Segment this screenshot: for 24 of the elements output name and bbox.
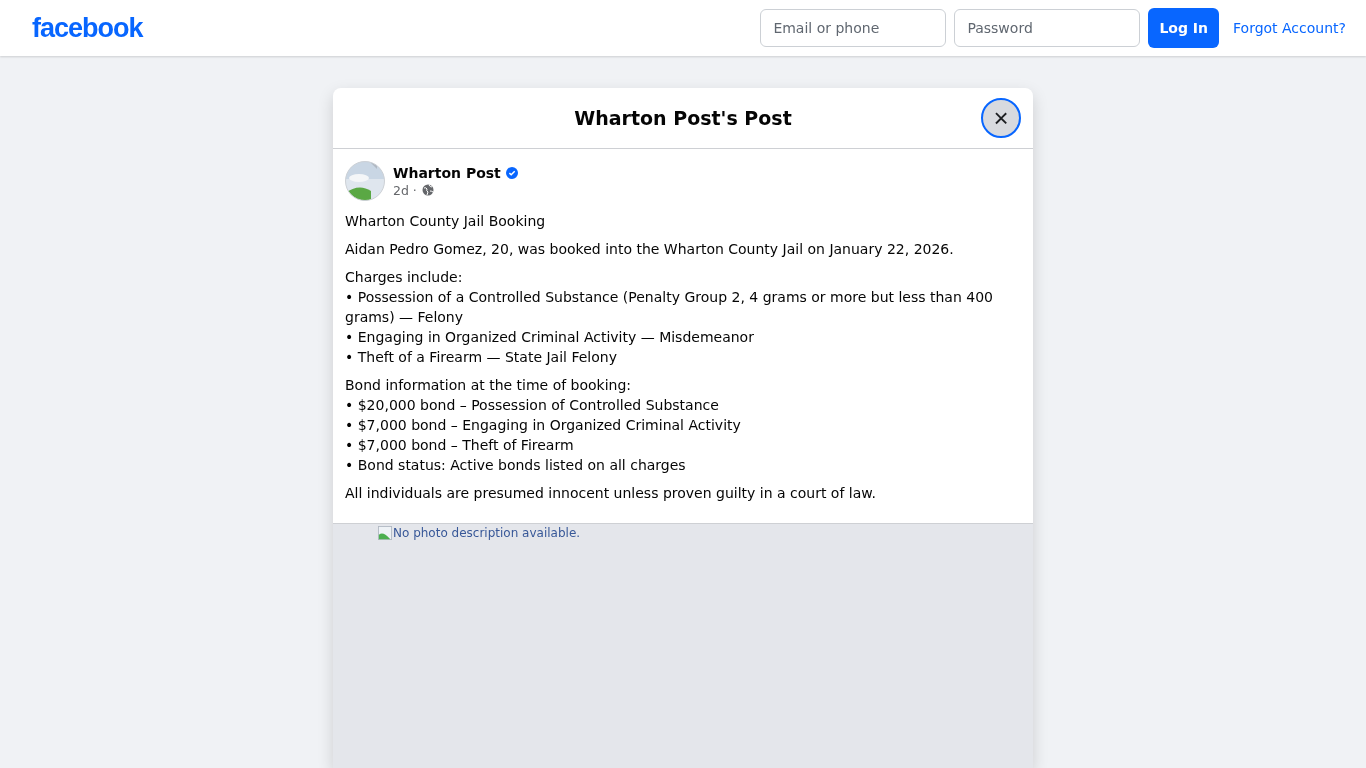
post-text: • Bond status: Active bonds listed on all charges [345, 456, 687, 475]
globe-icon [421, 184, 434, 196]
dialog-title: Wharton Post's Post [574, 107, 792, 129]
email-field[interactable]: Email or phone [760, 9, 947, 47]
post-text: • Possession of a Controlled Substance (Penalty Group 2, 4 grams or more but less than 400 grams) — Felony [345, 288, 994, 327]
post-text: • Theft of a Firearm — State Jail Felony [345, 348, 618, 367]
post-text: Wharton County Jail Booking [345, 212, 547, 231]
login-button[interactable]: Log In [1148, 8, 1219, 48]
post-time[interactable]: 2d · [393, 182, 417, 198]
post-text: Aidan Pedro Gomez, 20, was booked into the Wharton County Jail on January 22, 2026. [345, 240, 955, 259]
broken-image-icon [378, 526, 392, 540]
post-text: • Engaging in Organized Criminal Activity — Misdemeanor [345, 328, 755, 347]
password-field[interactable]: Password [954, 9, 1141, 47]
post-text: Bond information at the time of booking: [345, 376, 633, 395]
post-text: Charges include: [345, 268, 464, 287]
post-text: All individuals are presumed innocent unless proven guilty in a court of law. [345, 484, 877, 503]
close-button[interactable]: × [981, 98, 1021, 138]
post-text: • $20,000 bond – Possession of Controlled Substance [345, 396, 720, 415]
author-name[interactable]: Wharton Post [393, 164, 501, 181]
forgot-account-link[interactable]: Forgot Account? [1233, 20, 1346, 36]
post-text: • $7,000 bond – Theft of Firearm [345, 436, 575, 455]
post-text: • $7,000 bond – Engaging in Organized Criminal Activity [345, 416, 742, 435]
logo[interactable]: facebook [32, 12, 143, 44]
image-alt-text: No photo description available. [393, 526, 581, 540]
